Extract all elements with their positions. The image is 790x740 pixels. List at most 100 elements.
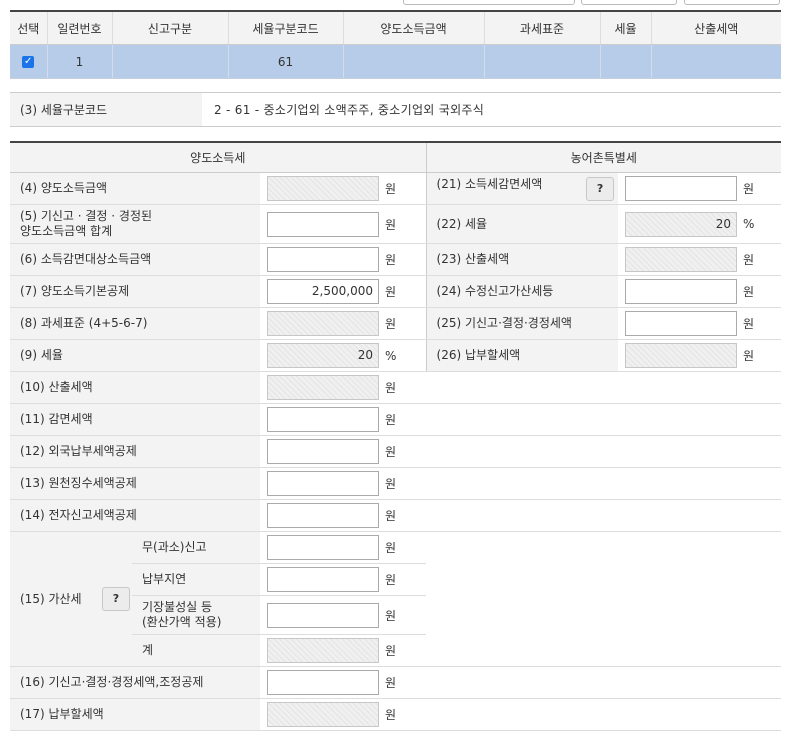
tax-rate-cell: 20% xyxy=(260,339,427,372)
transfer-income-cell: 원 xyxy=(260,172,427,205)
label-late-payment: 납부지연 xyxy=(132,563,260,596)
label-tax-base: (8) 과세표준 (4+5-6-7) xyxy=(10,307,260,340)
prior-tax-adjustment-unit: 원 xyxy=(385,676,397,690)
label-withholding-credit: (13) 원천징수세액공제 xyxy=(10,467,260,500)
penalty-total-field xyxy=(267,638,379,663)
label-income-tax-reduction: (21) 소득세감면세액? xyxy=(425,172,619,205)
rural-computed-tax-unit: 원 xyxy=(743,253,755,267)
label-payable-tax: (17) 납부할세액 xyxy=(10,698,260,731)
empty-cell xyxy=(426,467,782,500)
income-tax-reduction-help-button[interactable]: ? xyxy=(586,176,615,201)
tax-rate-field: 20 xyxy=(267,343,379,368)
grid-cell-tax-base xyxy=(484,44,601,79)
label-penalty-total: 계 xyxy=(132,634,260,667)
rural-tax-rate-cell: 20% xyxy=(618,204,782,244)
computed-tax-unit: 원 xyxy=(385,381,397,395)
grid-cell-rate xyxy=(600,44,652,79)
prior-tax-input[interactable] xyxy=(625,311,738,336)
amended-penalty-unit: 원 xyxy=(743,285,755,299)
bookkeeping-input[interactable] xyxy=(267,602,379,628)
transfer-income-unit: 원 xyxy=(385,182,397,196)
tax-base-unit: 원 xyxy=(385,317,397,331)
non-filing-input[interactable] xyxy=(267,535,379,560)
computed-tax-cell: 원 xyxy=(260,371,427,404)
computed-tax-field xyxy=(267,375,379,400)
reduction-target-income-input[interactable] xyxy=(267,247,379,272)
rural-tax-rate-field: 20 xyxy=(625,211,738,237)
label-prior-income-total: (5) 기신고 · 결정 · 경정된 양도소득금액 합계 xyxy=(10,204,260,244)
penalty-total-cell: 원 xyxy=(260,634,427,667)
rate-code-value: 2 - 61 - 중소기업외 소액주주, 중소기업외 국외주식 xyxy=(214,103,485,117)
grid-cell-report-type xyxy=(112,44,229,79)
penalty-help-cell: ? xyxy=(102,531,132,667)
grid-header-tax-base: 과세표준 xyxy=(484,11,601,45)
empty-cell xyxy=(426,698,782,731)
foreign-tax-credit-cell: 원 xyxy=(260,435,427,468)
label-reduction-target-income: (6) 소득감면대상소득금액 xyxy=(10,243,260,276)
select-checkbox[interactable]: ✓ xyxy=(22,56,35,68)
label-non-filing: 무(과소)신고 xyxy=(132,531,260,564)
section-capital-gains-tax: 양도소득세 xyxy=(10,142,427,173)
penalty-help-button[interactable]: ? xyxy=(102,587,130,611)
prior-income-total-cell: 원 xyxy=(260,204,427,244)
label-penalty: (15) 가산세 xyxy=(10,531,102,667)
top-button-1[interactable] xyxy=(403,0,575,5)
e-filing-credit-cell: 원 xyxy=(260,499,427,532)
label-reduction-tax: (11) 감면세액 xyxy=(10,403,260,436)
rural-payable-tax-unit: 원 xyxy=(743,349,755,363)
section-rural-special-tax: 농어촌특별세 xyxy=(425,142,782,173)
foreign-tax-credit-unit: 원 xyxy=(385,445,397,459)
empty-cell xyxy=(426,371,782,404)
grid-row[interactable]: ✓ 1 61 xyxy=(10,44,781,79)
empty-cell xyxy=(426,499,782,532)
tax-rate-unit: % xyxy=(385,348,397,363)
bookkeeping-unit: 원 xyxy=(385,608,397,623)
grid-header-report-type: 신고구분 xyxy=(112,11,229,45)
non-filing-cell: 원 xyxy=(260,531,427,564)
prior-income-total-input[interactable] xyxy=(267,211,379,237)
grid-header-computed-tax: 산출세액 xyxy=(651,11,781,45)
label-e-filing-credit: (14) 전자신고세액공제 xyxy=(10,499,260,532)
grid-header-rate: 세율 xyxy=(600,11,652,45)
reduction-tax-input[interactable] xyxy=(267,407,379,432)
prior-income-label-line2: 양도소득금액 합계 xyxy=(20,224,113,238)
e-filing-credit-unit: 원 xyxy=(385,509,397,523)
late-payment-input[interactable] xyxy=(267,567,379,592)
prior-tax-adjustment-cell: 원 xyxy=(260,666,427,699)
tax-base-field xyxy=(267,311,379,336)
income-tax-reduction-input[interactable] xyxy=(625,176,738,201)
income-tax-reduction-label-text: (21) 소득세감면세액 xyxy=(436,176,543,191)
rate-code-row: (3) 세율구분코드 2 - 61 - 중소기업외 소액주주, 중소기업외 국외… xyxy=(10,92,781,127)
grid-cell-transfer-income xyxy=(343,44,485,79)
rural-payable-tax-cell: 원 xyxy=(618,339,782,372)
basic-deduction-input[interactable]: 2,500,000 xyxy=(267,279,379,304)
label-rural-payable-tax: (26) 납부할세액 xyxy=(425,339,619,372)
amended-penalty-input[interactable] xyxy=(625,279,738,304)
payable-tax-field xyxy=(267,702,379,727)
prior-tax-cell: 원 xyxy=(618,307,782,340)
empty-cell xyxy=(426,531,782,667)
report-grid: 선택 일련번호 신고구분 세율구분코드 양도소득금액 과세표준 세율 산출세액 … xyxy=(10,10,781,79)
foreign-tax-credit-input[interactable] xyxy=(267,439,379,464)
select-checkbox-cell[interactable]: ✓ xyxy=(10,44,48,79)
prior-income-label-line1: (5) 기신고 · 결정 · 경정된 xyxy=(20,209,153,223)
income-tax-reduction-unit: 원 xyxy=(743,182,755,196)
top-button-2[interactable] xyxy=(581,0,677,5)
withholding-credit-input[interactable] xyxy=(267,471,379,496)
tax-form: 양도소득세 농어촌특별세 (4) 양도소득금액 원 (21) 소득세감면세액? … xyxy=(10,141,782,731)
grid-header-rate-code: 세율구분코드 xyxy=(228,11,344,45)
prior-tax-adjustment-input[interactable] xyxy=(267,670,379,695)
top-button-3[interactable] xyxy=(684,0,780,5)
reduction-target-income-cell: 원 xyxy=(260,243,427,276)
label-rural-tax-rate: (22) 세율 xyxy=(425,204,619,244)
non-filing-unit: 원 xyxy=(385,541,397,555)
grid-cell-computed-tax xyxy=(651,44,781,79)
grid-header-row: 선택 일련번호 신고구분 세율구분코드 양도소득금액 과세표준 세율 산출세액 xyxy=(10,11,781,45)
rural-tax-rate-unit: % xyxy=(743,217,755,231)
label-bookkeeping: 기장불성실 등 (환산가액 적용) xyxy=(132,595,260,635)
withholding-credit-cell: 원 xyxy=(260,467,427,500)
grid-header-serial: 일련번호 xyxy=(47,11,113,45)
label-computed-tax: (10) 산출세액 xyxy=(10,371,260,404)
e-filing-credit-input[interactable] xyxy=(267,503,379,528)
late-payment-cell: 원 xyxy=(260,563,427,596)
